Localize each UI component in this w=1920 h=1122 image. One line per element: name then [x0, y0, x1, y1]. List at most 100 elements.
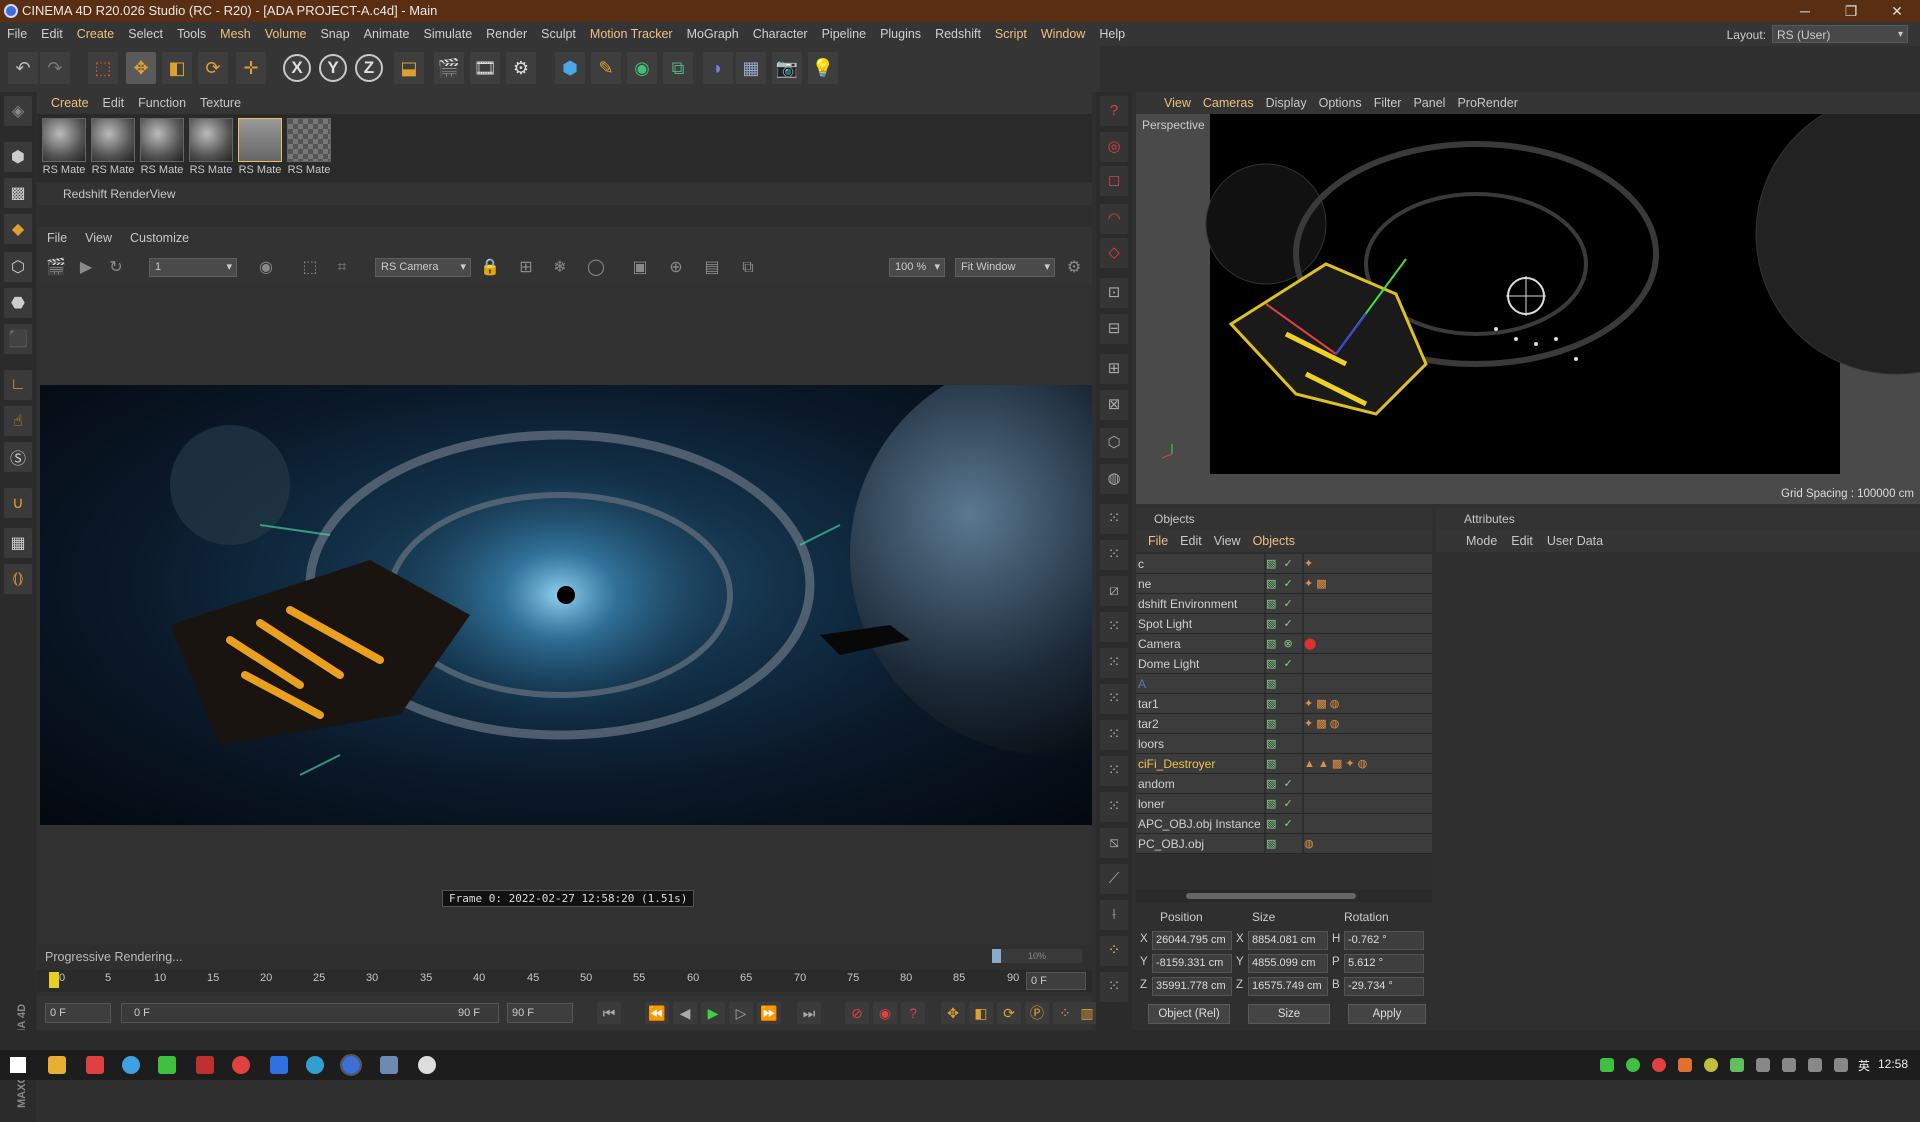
objects-menu-edit[interactable]: Edit [1180, 534, 1202, 548]
size-x-field[interactable]: 8854.081 cm [1248, 931, 1328, 950]
pen-spline-icon[interactable]: ✎ [591, 52, 621, 84]
menu-redshift[interactable]: Redshift [928, 22, 988, 46]
object-flags[interactable]: ▧ ✓ [1266, 614, 1302, 633]
prev-frame-icon[interactable]: ◀ [673, 1002, 697, 1024]
radial-icon[interactable]: ◎ [1100, 132, 1128, 162]
renderview-menu-file[interactable]: File [47, 231, 67, 245]
menu-file[interactable]: File [0, 22, 34, 46]
play-icon[interactable]: ▶ [701, 1002, 725, 1024]
coordinate-mode-dropdown[interactable]: Object (Rel) [1148, 1004, 1230, 1024]
grid-tool-7-icon[interactable]: ⁙ [1100, 756, 1128, 786]
object-flags[interactable]: ▧ [1266, 834, 1302, 853]
viewport-menu-view[interactable]: View [1164, 96, 1191, 110]
menu-animate[interactable]: Animate [357, 22, 417, 46]
workplane-lock-icon[interactable]: ▦ [4, 528, 32, 558]
viewport-menu-filter[interactable]: Filter [1374, 96, 1402, 110]
menu-plugins[interactable]: Plugins [873, 22, 928, 46]
material-swatch[interactable]: RS Mate [41, 118, 87, 176]
list-item[interactable]: c ▧ ✓ ✦ [1136, 554, 1432, 574]
end-frame-field[interactable]: 90 F [507, 1003, 573, 1023]
x-axis-lock-button[interactable]: X [283, 54, 311, 82]
list-item[interactable]: andom ▧ ✓ [1136, 774, 1432, 794]
attributes-menu-mode[interactable]: Mode [1466, 534, 1497, 548]
key-parameter-icon[interactable]: Ⓟ [1025, 1002, 1049, 1024]
rotate-tool-icon[interactable]: ⟳ [198, 52, 228, 84]
renderview-menu-customize[interactable]: Customize [130, 231, 189, 245]
object-flags[interactable]: ▧ ✓ [1266, 594, 1302, 613]
grid-tool-5-icon[interactable]: ⁙ [1100, 684, 1128, 714]
windows-start-icon[interactable] [10, 1057, 26, 1073]
slash-tool-icon[interactable]: ⧄ [1100, 576, 1128, 606]
object-flags[interactable]: ▧ ✓ [1266, 794, 1302, 813]
material-swatch[interactable]: RS Mate [139, 118, 185, 176]
clapper-icon[interactable]: 🎬 [45, 257, 67, 279]
subdivision-icon[interactable]: ◉ [627, 52, 657, 84]
refresh-icon[interactable]: ↻ [105, 257, 127, 279]
lock-icon[interactable]: 🔒 [479, 257, 501, 279]
goto-end-icon[interactable]: ⏭ [797, 1002, 821, 1024]
lasso-icon[interactable]: ◠ [1100, 204, 1128, 234]
material-swatch[interactable]: RS Mate [286, 118, 332, 176]
tray-icon[interactable] [1652, 1058, 1666, 1072]
material-menu-function[interactable]: Function [138, 96, 186, 110]
polygon-select-icon[interactable]: ◇ [1100, 238, 1128, 268]
layout-dropdown[interactable]: RS (User) [1772, 25, 1908, 44]
grid-tool-2-icon[interactable]: ⁙ [1100, 540, 1128, 570]
position-y-field[interactable]: -8159.331 cm [1152, 954, 1232, 973]
list-item[interactable]: Camera ▧ ⊗ ⬤ [1136, 634, 1432, 654]
app-icon[interactable] [232, 1056, 250, 1074]
auto-key-icon[interactable]: ◉ [873, 1002, 897, 1024]
viewport-menu-panel[interactable]: Panel [1413, 96, 1445, 110]
app-icon[interactable] [418, 1056, 436, 1074]
menu-character[interactable]: Character [746, 22, 815, 46]
tray-icon[interactable] [1626, 1058, 1640, 1072]
redo-icon[interactable]: ↷ [40, 52, 70, 84]
size-mode-dropdown[interactable]: Size [1248, 1004, 1330, 1024]
objects-menu-view[interactable]: View [1214, 534, 1241, 548]
key-position-icon[interactable]: ✥ [941, 1002, 965, 1024]
objects-menu-objects[interactable]: Objects [1253, 534, 1295, 548]
texture-mode-icon[interactable]: ▩ [4, 178, 32, 208]
zoom-field[interactable]: 100 % [889, 258, 945, 277]
material-swatch[interactable]: RS Mate [188, 118, 234, 176]
restore-icon[interactable]: ❐ [1828, 0, 1874, 22]
key-rotation-icon[interactable]: ⟳ [997, 1002, 1021, 1024]
file-explorer-icon[interactable] [48, 1056, 66, 1074]
key-pla-icon[interactable]: ⁘ [1053, 1002, 1077, 1024]
snapshot-add-icon[interactable]: ⊕ [665, 257, 687, 279]
menu-select[interactable]: Select [121, 22, 170, 46]
grid-tool-6-icon[interactable]: ⁙ [1100, 720, 1128, 750]
menu-mograph[interactable]: MoGraph [680, 22, 746, 46]
wechat-icon[interactable] [158, 1056, 176, 1074]
menu-motion-tracker[interactable]: Motion Tracker [583, 22, 680, 46]
menu-sculpt[interactable]: Sculpt [534, 22, 583, 46]
solo-mode-icon[interactable]: Ⓢ [4, 442, 32, 472]
last-tool-icon[interactable]: ✛ [236, 52, 266, 84]
points-mode-icon[interactable]: ⬡ [4, 252, 32, 282]
axis-mode-icon[interactable]: ∟ [4, 370, 32, 400]
material-swatch[interactable]: RS Mate [90, 118, 136, 176]
bridge-tool-icon[interactable]: ⟊ [1100, 900, 1128, 930]
list-item[interactable]: A ▧ [1136, 674, 1432, 694]
objects-menu-file[interactable]: File [1148, 534, 1168, 548]
rotation-p-field[interactable]: 5.612 ° [1344, 954, 1424, 973]
viewport-menu-display[interactable]: Display [1266, 96, 1307, 110]
edge-icon[interactable] [306, 1056, 324, 1074]
help-icon[interactable]: ? [1100, 96, 1128, 126]
menu-mesh[interactable]: Mesh [213, 22, 258, 46]
fit-dropdown[interactable]: Fit Window [955, 258, 1055, 277]
weld-tool-icon[interactable]: ⁙ [1100, 972, 1128, 1002]
list-item[interactable]: loors ▧ [1136, 734, 1432, 754]
menu-script[interactable]: Script [988, 22, 1034, 46]
input-method-indicator[interactable]: 英 [1858, 1057, 1870, 1074]
material-menu-create[interactable]: Create [51, 96, 89, 110]
app-icon[interactable] [270, 1056, 288, 1074]
arrange-tool-icon[interactable]: ⊠ [1100, 390, 1128, 420]
list-item[interactable]: tar2 ▧ ✦ ▩ ◍ [1136, 714, 1432, 734]
next-frame-icon[interactable]: ▷ [729, 1002, 753, 1024]
position-x-field[interactable]: 26044.795 cm [1152, 931, 1232, 950]
coordinate-system-icon[interactable]: ⬓ [394, 52, 424, 84]
tray-icon[interactable] [1730, 1058, 1744, 1072]
menu-simulate[interactable]: Simulate [417, 22, 480, 46]
floor-icon[interactable]: ▦ [736, 52, 766, 84]
